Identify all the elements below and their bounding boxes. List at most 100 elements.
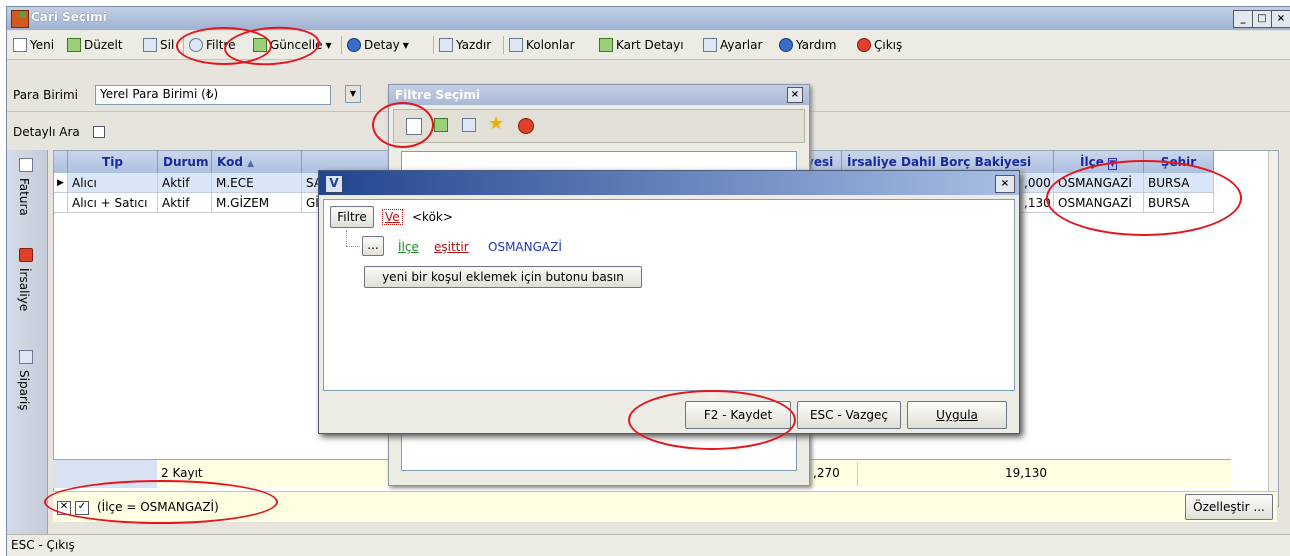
filter-tree: Filtre Ve <kök> ... İlçe eşittir OSMANGA… — [323, 199, 1015, 391]
table-cell[interactable]: ,130 — [1022, 193, 1054, 213]
filter-select-toolbar: ★ — [393, 109, 805, 143]
detayli-ara-checkbox[interactable] — [93, 126, 105, 138]
tree-line — [346, 246, 360, 248]
filtre-button[interactable]: Filtre — [189, 35, 235, 55]
invoice-icon — [19, 158, 33, 172]
filter-expression[interactable]: (İlçe = OSMANGAZİ) — [97, 500, 219, 514]
favorite-star-icon[interactable]: ★ — [488, 113, 504, 134]
row-pointer-icon: ▶ — [54, 173, 68, 193]
footer-indicator — [53, 460, 157, 488]
header-tip[interactable]: Tip — [68, 151, 158, 173]
filtre-root-button[interactable]: Filtre — [330, 206, 374, 228]
table-cell[interactable]: OSMANGAZİ — [1054, 193, 1144, 213]
status-text: ESC - Çıkış — [11, 538, 75, 552]
side-tab-irsaliye[interactable]: İrsaliye — [17, 268, 31, 311]
toolbar-separator — [341, 36, 342, 54]
filter-icon: ▼ — [1108, 158, 1117, 170]
table-cell[interactable]: Alıcı + Satıcı — [68, 193, 158, 213]
row-indicator — [54, 193, 68, 213]
para-birimi-dropdown-icon[interactable]: ▼ — [345, 85, 361, 103]
kart-detayi-button[interactable]: Kart Detayı — [599, 35, 684, 55]
customize-button[interactable]: Özelleştir ... — [1185, 494, 1273, 520]
table-cell[interactable]: BURSA — [1144, 193, 1214, 213]
delete-filter-icon[interactable] — [462, 118, 476, 132]
tree-line — [346, 230, 348, 246]
clear-filter-icon[interactable]: ✕ — [57, 501, 71, 515]
dropdown-arrow-icon: ▼ — [325, 40, 332, 50]
minimize-button[interactable]: _ — [1233, 10, 1253, 28]
apply-button[interactable]: Uygula — [907, 401, 1007, 429]
detail-icon — [347, 38, 361, 52]
columns-icon — [509, 38, 523, 52]
header-ilce[interactable]: İlçe ▼ — [1054, 151, 1144, 173]
exit-icon — [857, 38, 871, 52]
table-cell[interactable]: BURSA — [1144, 173, 1214, 193]
detay-button[interactable]: Detay ▼ — [347, 35, 409, 55]
dropdown-arrow-icon: ▼ — [402, 40, 409, 50]
filter-editor-close-button[interactable]: × — [995, 175, 1015, 193]
condition-value-link[interactable]: OSMANGAZİ — [488, 240, 562, 254]
filter-select-close-button[interactable]: × — [787, 87, 803, 103]
settings-icon — [703, 38, 717, 52]
side-tab-siparis[interactable]: Sipariş — [17, 370, 31, 410]
table-cell[interactable]: Aktif — [158, 173, 212, 193]
table-cell[interactable]: ,000 — [1022, 173, 1054, 193]
add-condition-button[interactable]: yeni bir koşul eklemek için butonu basın — [364, 266, 642, 288]
footer-divider — [857, 462, 858, 486]
sil-button[interactable]: Sil — [143, 35, 174, 55]
record-count: 2 Kayıt — [161, 466, 203, 480]
close-button[interactable]: × — [1271, 10, 1290, 28]
app-icon — [11, 10, 29, 28]
logic-and-link[interactable]: Ve — [382, 209, 403, 225]
table-cell[interactable]: M.GİZEM — [212, 193, 302, 213]
magnifier-icon — [189, 38, 203, 52]
condition-field-link[interactable]: İlçe — [398, 240, 419, 254]
table-cell[interactable]: Alıcı — [68, 173, 158, 193]
condition-menu-button[interactable]: ... — [362, 236, 384, 256]
printer-icon — [439, 38, 453, 52]
window-title: Cari Seçimi — [31, 10, 107, 24]
filter-app-icon: V — [325, 175, 343, 193]
side-tab-fatura[interactable]: Fatura — [17, 178, 31, 216]
status-bar: ESC - Çıkış — [7, 534, 1290, 556]
help-icon — [779, 38, 793, 52]
title-bar: Cari Seçimi _ □ × — [7, 7, 1290, 30]
table-cell[interactable]: M.ECE — [212, 173, 302, 193]
header-kod[interactable]: Kod ▲ — [212, 151, 302, 173]
duzelt-button[interactable]: Düzelt — [67, 35, 123, 55]
edit-filter-icon[interactable] — [434, 118, 448, 132]
guncelle-button[interactable]: Güncelle ▼ — [253, 35, 332, 55]
save-button[interactable]: F2 - Kaydet — [685, 401, 791, 429]
maximize-button[interactable]: □ — [1252, 10, 1272, 28]
cikis-button[interactable]: Çıkış — [857, 35, 902, 55]
edit-icon — [67, 38, 81, 52]
kolonlar-button[interactable]: Kolonlar — [509, 35, 575, 55]
cancel-filter-icon[interactable] — [518, 118, 534, 134]
filter-editor-title-bar: V × — [319, 171, 1019, 195]
vertical-scrollbar[interactable] — [1268, 151, 1278, 506]
para-birimi-select[interactable]: Yerel Para Birimi (₺) — [95, 85, 331, 105]
delete-icon — [143, 38, 157, 52]
condition-operator-link[interactable]: eşittir — [434, 240, 469, 254]
active-filter-bar: ✕ ✓ (İlçe = OSMANGAZİ) Özelleştir ... — [53, 491, 1277, 522]
detayli-ara-label: Detaylı Ara — [13, 125, 80, 139]
filter-enabled-checkbox[interactable]: ✓ — [75, 501, 89, 515]
filter-editor-dialog: V × Filtre Ve <kök> ... İlçe eşittir OSM… — [318, 170, 1020, 434]
header-sehir[interactable]: Şehir — [1144, 151, 1214, 173]
cancel-button[interactable]: ESC - Vazgeç — [797, 401, 901, 429]
footer-total-bakiye: ,270 — [813, 466, 840, 480]
card-icon — [599, 38, 613, 52]
table-cell[interactable]: OSMANGAZİ — [1054, 173, 1144, 193]
yazdir-button[interactable]: Yazdır — [439, 35, 491, 55]
header-durum[interactable]: Durum — [158, 151, 212, 173]
yeni-button[interactable]: Yeni — [13, 35, 54, 55]
truck-icon — [19, 248, 33, 262]
toolbar: Yeni Düzelt Sil Filtre Güncelle ▼ Detay ▼ … — [7, 31, 1290, 60]
table-cell[interactable]: Aktif — [158, 193, 212, 213]
yardim-button[interactable]: Yardım — [779, 35, 836, 55]
row-indicator-header — [54, 151, 68, 173]
ayarlar-button[interactable]: Ayarlar — [703, 35, 762, 55]
footer-total-irsaliye: 19,130 — [1005, 466, 1047, 480]
new-filter-icon[interactable] — [406, 118, 422, 135]
refresh-icon — [253, 38, 267, 52]
